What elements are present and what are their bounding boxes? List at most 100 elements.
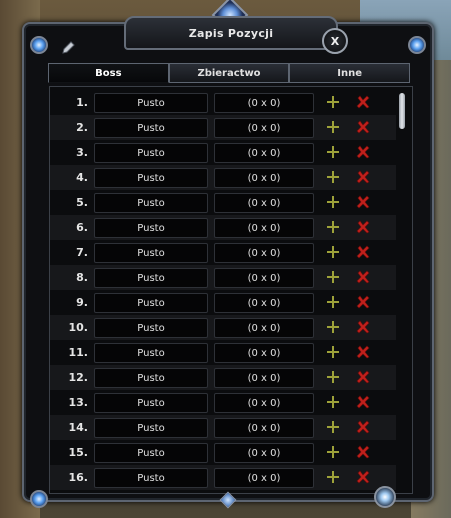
position-name-field[interactable]: Pusto xyxy=(94,193,208,213)
position-coords-field[interactable]: (0 x 0) xyxy=(214,143,314,163)
cross-icon[interactable] xyxy=(356,195,370,209)
position-name-field[interactable]: Pusto xyxy=(94,218,208,238)
cross-icon[interactable] xyxy=(356,470,370,484)
row-index: 6. xyxy=(76,221,88,234)
plus-icon[interactable] xyxy=(326,295,340,309)
scrollbar[interactable] xyxy=(398,89,408,489)
row-index: 9. xyxy=(76,296,88,309)
tab-zbieractwo[interactable]: Zbieractwo xyxy=(168,63,290,83)
plus-icon[interactable] xyxy=(326,395,340,409)
position-coords-field[interactable]: (0 x 0) xyxy=(214,343,314,363)
cross-icon[interactable] xyxy=(356,370,370,384)
list-row: 1. Pusto (0 x 0) xyxy=(50,90,396,115)
position-name-field[interactable]: Pusto xyxy=(94,343,208,363)
position-coords-field[interactable]: (0 x 0) xyxy=(214,293,314,313)
list-row: 7. Pusto (0 x 0) xyxy=(50,240,396,265)
position-name-field[interactable]: Pusto xyxy=(94,168,208,188)
list-row: 3. Pusto (0 x 0) xyxy=(50,140,396,165)
position-coords-field[interactable]: (0 x 0) xyxy=(214,318,314,338)
position-name-field[interactable]: Pusto xyxy=(94,93,208,113)
position-name-field[interactable]: Pusto xyxy=(94,118,208,138)
tab-boss[interactable]: Boss xyxy=(48,63,169,83)
position-coords-field[interactable]: (0 x 0) xyxy=(214,418,314,438)
list-row: 14. Pusto (0 x 0) xyxy=(50,415,396,440)
row-index: 4. xyxy=(76,171,88,184)
list-row: 8. Pusto (0 x 0) xyxy=(50,265,396,290)
cross-icon[interactable] xyxy=(356,145,370,159)
position-coords-field[interactable]: (0 x 0) xyxy=(214,468,314,488)
position-name-field[interactable]: Pusto xyxy=(94,468,208,488)
cross-icon[interactable] xyxy=(356,420,370,434)
row-index: 10. xyxy=(68,321,89,334)
cross-icon[interactable] xyxy=(356,220,370,234)
plus-icon[interactable] xyxy=(326,120,340,134)
position-coords-field[interactable]: (0 x 0) xyxy=(214,368,314,388)
corner-orb-bottom-left xyxy=(30,490,48,508)
plus-icon[interactable] xyxy=(326,270,340,284)
bottom-ornament-gem xyxy=(219,491,237,509)
plus-icon[interactable] xyxy=(326,420,340,434)
plus-icon[interactable] xyxy=(326,220,340,234)
cross-icon[interactable] xyxy=(356,245,370,259)
position-name-field[interactable]: Pusto xyxy=(94,418,208,438)
position-coords-field[interactable]: (0 x 0) xyxy=(214,268,314,288)
list-row: 12. Pusto (0 x 0) xyxy=(50,365,396,390)
position-coords-field[interactable]: (0 x 0) xyxy=(214,193,314,213)
position-coords-field[interactable]: (0 x 0) xyxy=(214,168,314,188)
position-coords-field[interactable]: (0 x 0) xyxy=(214,243,314,263)
plus-icon[interactable] xyxy=(326,445,340,459)
plus-icon[interactable] xyxy=(326,345,340,359)
position-coords-field[interactable]: (0 x 0) xyxy=(214,393,314,413)
row-index: 3. xyxy=(76,146,88,159)
position-save-window: Zapis Pozycji X Boss Zbieractwo Inne 1. … xyxy=(22,0,434,509)
list-row: 13. Pusto (0 x 0) xyxy=(50,390,396,415)
list-row: 16. Pusto (0 x 0) xyxy=(50,465,396,490)
position-coords-field[interactable]: (0 x 0) xyxy=(214,443,314,463)
position-name-field[interactable]: Pusto xyxy=(94,293,208,313)
cross-icon[interactable] xyxy=(356,395,370,409)
cross-icon[interactable] xyxy=(356,95,370,109)
position-name-field[interactable]: Pusto xyxy=(94,443,208,463)
position-name-field[interactable]: Pusto xyxy=(94,368,208,388)
plus-icon[interactable] xyxy=(326,245,340,259)
cross-icon[interactable] xyxy=(356,320,370,334)
position-coords-field[interactable]: (0 x 0) xyxy=(214,93,314,113)
plus-icon[interactable] xyxy=(326,95,340,109)
row-index: 15. xyxy=(68,446,89,459)
row-index: 2. xyxy=(76,121,88,134)
close-button[interactable]: X xyxy=(322,28,348,54)
cross-icon[interactable] xyxy=(356,445,370,459)
plus-icon[interactable] xyxy=(326,470,340,484)
row-index: 8. xyxy=(76,271,88,284)
row-index: 5. xyxy=(76,196,88,209)
cross-icon[interactable] xyxy=(356,120,370,134)
pencil-icon[interactable] xyxy=(60,40,76,56)
tab-bar: Boss Zbieractwo Inne xyxy=(48,63,411,83)
title-bar[interactable]: Zapis Pozycji xyxy=(124,16,338,50)
row-index: 14. xyxy=(68,421,89,434)
resize-orb[interactable] xyxy=(374,486,396,508)
plus-icon[interactable] xyxy=(326,170,340,184)
plus-icon[interactable] xyxy=(326,195,340,209)
corner-orb-top-right xyxy=(408,36,426,54)
position-name-field[interactable]: Pusto xyxy=(94,268,208,288)
position-name-field[interactable]: Pusto xyxy=(94,143,208,163)
plus-icon[interactable] xyxy=(326,370,340,384)
row-index: 13. xyxy=(68,396,89,409)
cross-icon[interactable] xyxy=(356,170,370,184)
scrollbar-thumb[interactable] xyxy=(399,93,405,129)
tab-inne[interactable]: Inne xyxy=(289,63,411,83)
position-name-field[interactable]: Pusto xyxy=(94,243,208,263)
cross-icon[interactable] xyxy=(356,270,370,284)
row-index: 1. xyxy=(76,96,88,109)
cross-icon[interactable] xyxy=(356,345,370,359)
position-name-field[interactable]: Pusto xyxy=(94,393,208,413)
row-index: 12. xyxy=(68,371,89,384)
position-coords-field[interactable]: (0 x 0) xyxy=(214,118,314,138)
position-coords-field[interactable]: (0 x 0) xyxy=(214,218,314,238)
position-name-field[interactable]: Pusto xyxy=(94,318,208,338)
corner-orb-top-left xyxy=(30,36,48,54)
cross-icon[interactable] xyxy=(356,295,370,309)
plus-icon[interactable] xyxy=(326,145,340,159)
plus-icon[interactable] xyxy=(326,320,340,334)
